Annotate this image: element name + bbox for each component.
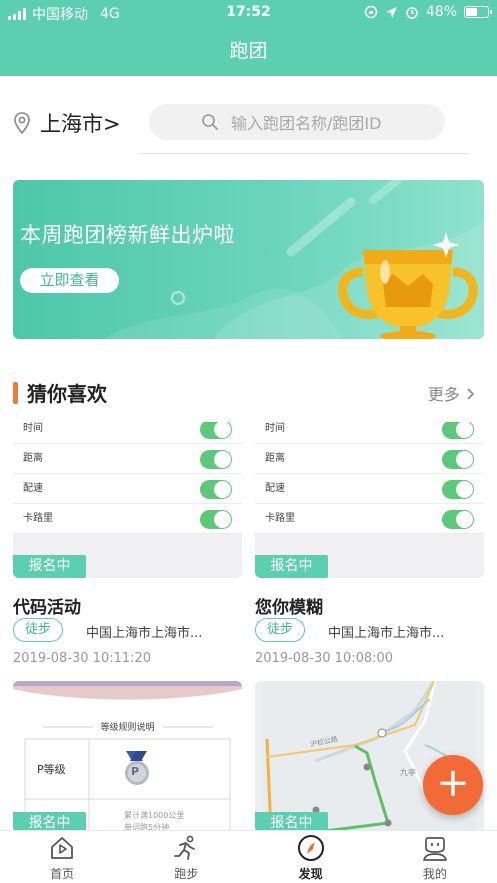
- toggle-switch: [200, 510, 232, 529]
- activity-name: 您你模糊: [255, 598, 323, 618]
- setting-row: 配速: [13, 474, 242, 504]
- search-input[interactable]: 输入跑团名称/跑团ID: [149, 104, 445, 140]
- activity-card[interactable]: 时间 距离 配速 卡路里 报名中 您你模糊 徒步 中国上海市上海市... 201…: [255, 422, 484, 667]
- section-header: 猜你喜欢: [13, 378, 107, 407]
- section-title: 猜你喜欢: [27, 382, 107, 406]
- profile-icon: [423, 837, 447, 861]
- toggle-switch: [442, 480, 474, 499]
- rules-header: 等级规则说明: [100, 723, 155, 733]
- more-link[interactable]: 更多: [428, 381, 475, 405]
- compass-icon: [297, 835, 324, 861]
- level-label: P等级: [37, 763, 66, 776]
- activity-type-tag: 徒步: [255, 618, 305, 642]
- view-now-button[interactable]: 立即查看: [20, 268, 119, 293]
- chevron-right-icon: [467, 388, 475, 400]
- status-bar: 中国移动 4G 17:52 48%: [0, 0, 497, 26]
- tab-label: 跑步: [174, 867, 199, 881]
- toggle-switch: [442, 510, 474, 529]
- rule-text-1: 累计满1000公里: [124, 811, 185, 820]
- battery-percent: 48%: [425, 4, 457, 20]
- activity-card[interactable]: 等级规则说明 P等级 P 累计满1000公里 单词跑5分钟 报名中: [13, 681, 242, 833]
- search-placeholder: 输入跑团名称/跑团ID: [231, 114, 382, 133]
- registration-badge: 报名中: [255, 555, 328, 578]
- home-icon: [51, 837, 74, 859]
- page-title: 跑团: [0, 26, 497, 76]
- alarm-icon: [406, 7, 418, 19]
- location-pin-icon: [14, 112, 30, 135]
- trophy-icon: [338, 232, 478, 339]
- more-label: 更多: [427, 385, 460, 404]
- toggle-switch: [442, 450, 474, 469]
- setting-row: 时间: [13, 422, 242, 444]
- toggle-switch: [442, 422, 474, 439]
- setting-row: 配速: [255, 474, 484, 504]
- activity-name: 代码活动: [13, 598, 81, 618]
- banner-title: 本周跑团榜新鲜出炉啦: [20, 223, 235, 247]
- setting-row: 卡路里: [255, 504, 484, 534]
- activity-address: 中国上海市上海市...: [328, 626, 445, 641]
- map-label: 九亭: [400, 768, 416, 777]
- activity-address: 中国上海市上海市...: [86, 626, 203, 641]
- setting-row: 时间: [255, 422, 484, 444]
- toggle-switch: [200, 422, 232, 439]
- activity-type-tag: 徒步: [13, 618, 63, 642]
- medal-letter: P: [131, 765, 140, 778]
- toggle-switch: [200, 480, 232, 499]
- tab-label: 我的: [422, 867, 447, 881]
- setting-row: 距离: [13, 444, 242, 474]
- tab-label: 发现: [298, 867, 323, 881]
- tab-run[interactable]: 跑步: [124, 831, 248, 883]
- setting-row: 卡路里: [13, 504, 242, 534]
- location-arrow-icon: [385, 6, 397, 18]
- rotation-lock-icon: [364, 5, 378, 19]
- ranking-banner[interactable]: 本周跑团榜新鲜出炉啦 立即查看: [13, 180, 484, 339]
- search-icon: [202, 114, 218, 130]
- divider: [138, 153, 469, 154]
- activity-thumbnail: 时间 距离 配速 卡路里 报名中: [13, 422, 242, 578]
- toggle-switch: [200, 450, 232, 469]
- runner-icon: [174, 835, 196, 860]
- activity-card[interactable]: 时间 距离 配速 卡路里 报名中 代码活动 徒步 中国上海市上海市... 201…: [13, 422, 242, 667]
- activity-thumbnail: 时间 距离 配速 卡路里 报名中: [255, 422, 484, 578]
- registration-badge: 报名中: [13, 555, 86, 578]
- battery-icon: [464, 6, 492, 18]
- activity-date: 2019-08-30 10:11:20: [13, 651, 152, 666]
- city-selector[interactable]: 上海市>: [12, 108, 121, 138]
- tab-label: 首页: [50, 867, 75, 881]
- city-label: 上海市>: [40, 112, 121, 136]
- activity-date: 2019-08-30 10:08:00: [255, 651, 394, 666]
- tab-profile[interactable]: 我的: [373, 831, 497, 883]
- tab-bar: 首页 跑步 发现 我的: [0, 830, 497, 883]
- tab-discover[interactable]: 发现: [249, 831, 373, 883]
- setting-row: 距离: [255, 444, 484, 474]
- tab-home[interactable]: 首页: [0, 831, 124, 883]
- section-accent-bar: [13, 381, 18, 404]
- create-team-button[interactable]: +: [423, 755, 483, 815]
